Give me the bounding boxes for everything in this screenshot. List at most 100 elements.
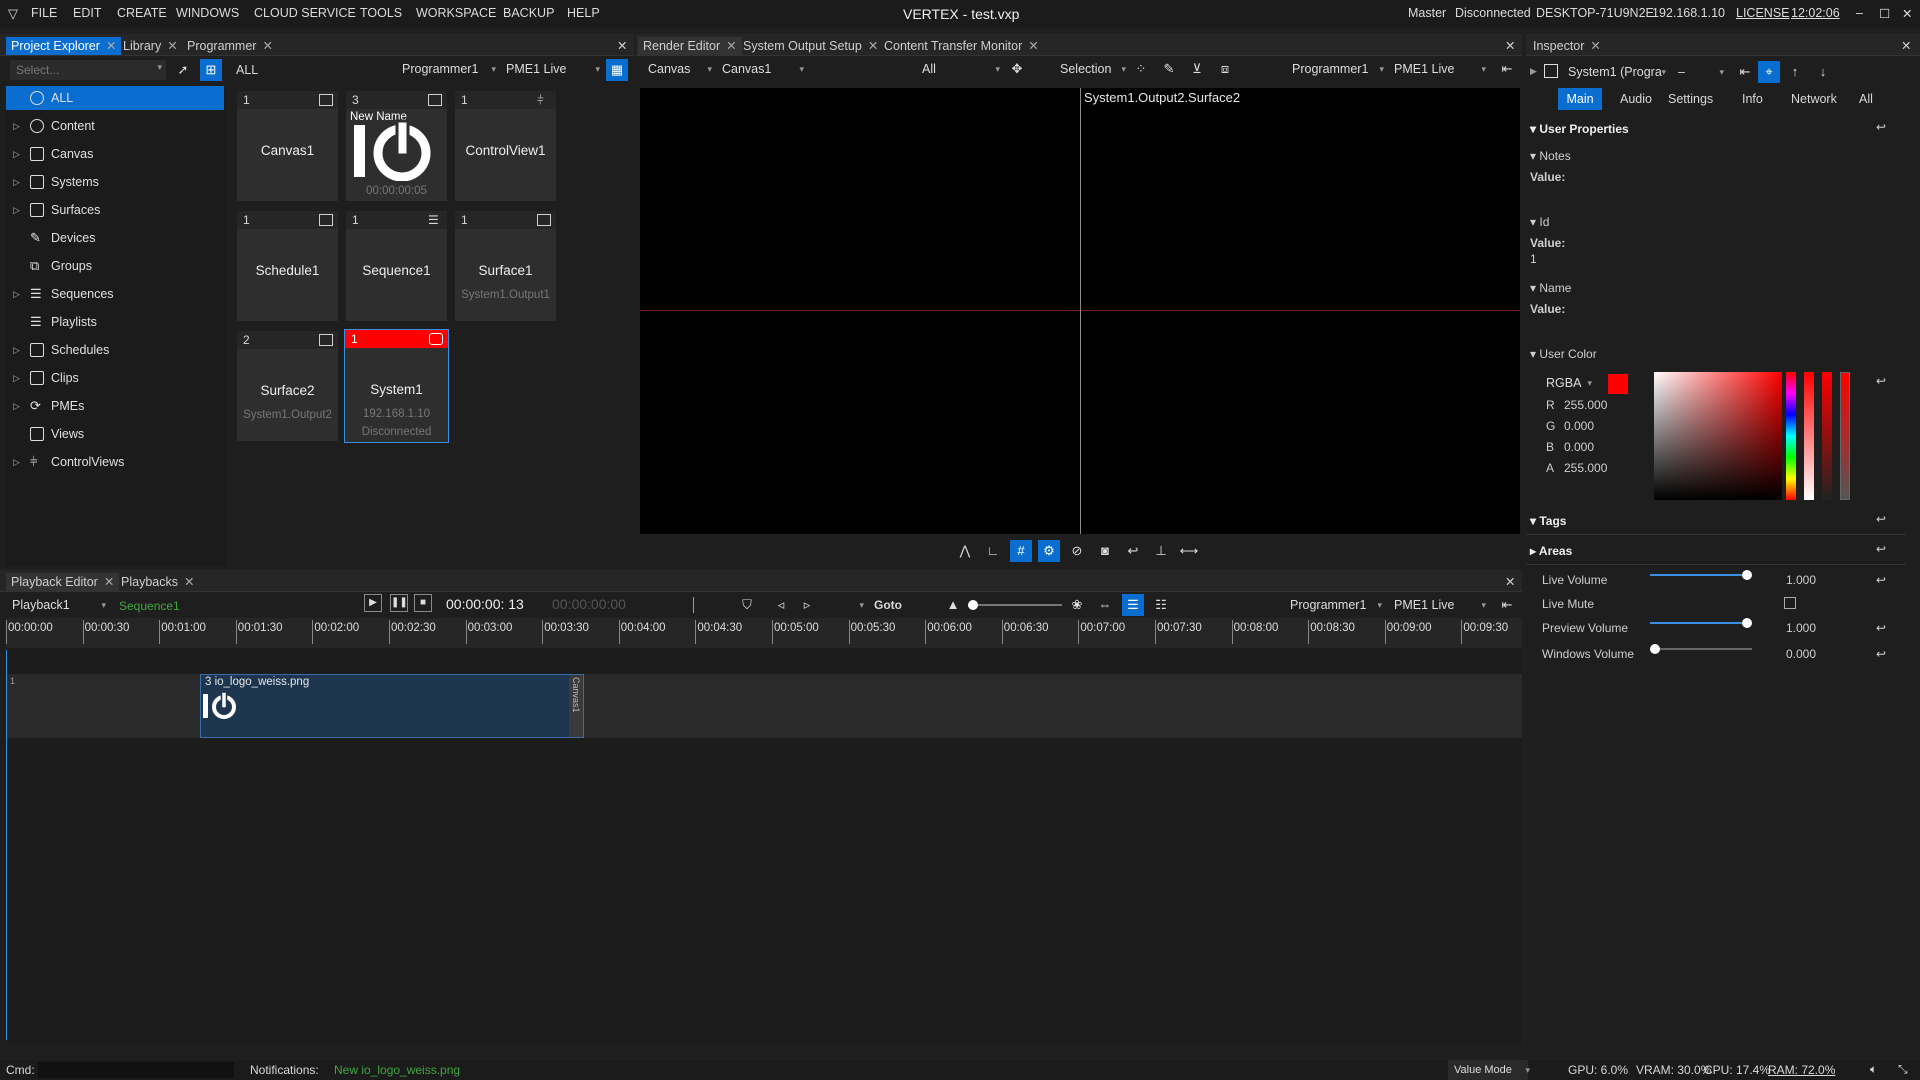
maximize-icon[interactable]: ☐ <box>1879 6 1890 21</box>
subtab-info[interactable]: Info <box>1742 92 1763 106</box>
tree-item-canvas[interactable]: ▷ Canvas <box>6 142 224 166</box>
r-value[interactable]: 255.000 <box>1564 398 1607 412</box>
close-panel-icon[interactable]: ✕ <box>1500 573 1520 591</box>
grid-view-icon[interactable]: ▦ <box>606 59 628 81</box>
live-volume-slider[interactable] <box>1650 570 1752 580</box>
tile-content-logo[interactable]: 3 New Name 00:00:00:05 <box>346 91 447 201</box>
tree-item-controlviews[interactable]: ▷ ⫩ ControlViews <box>6 450 224 474</box>
cmd-input[interactable] <box>38 1062 234 1078</box>
section-user-properties[interactable]: ▾ User Properties <box>1530 122 1629 136</box>
reset-icon[interactable]: ↩ <box>1876 573 1886 587</box>
select-cursor-icon[interactable]: ➚ <box>172 59 194 81</box>
pme-dropdown[interactable]: PME1 Live <box>1394 59 1486 79</box>
expand-icon[interactable]: ▷ <box>13 198 20 222</box>
live-volume-value[interactable]: 1.000 <box>1786 573 1816 587</box>
waveform-icon[interactable]: ⋀ <box>954 540 976 562</box>
tab-content-transfer-monitor[interactable]: Content Transfer Monitor ✕ <box>879 37 1044 55</box>
slider-knob[interactable] <box>1742 570 1752 580</box>
resize-icon[interactable]: ⤡ <box>1898 1062 1908 1077</box>
cue-dropdown[interactable]: ▾ <box>824 595 864 615</box>
pause-icon[interactable]: ❚❚ <box>390 594 408 612</box>
pin-icon[interactable]: ⇤ <box>1496 58 1518 80</box>
render-viewport[interactable]: System1.Output2.Surface2 <box>640 88 1520 534</box>
zoom-fit-icon[interactable]: ❀ <box>1066 594 1088 616</box>
expand-icon[interactable]: ▶ <box>1530 66 1537 77</box>
subtab-settings[interactable]: Settings <box>1668 92 1713 106</box>
reset-icon[interactable]: ↩ <box>1876 374 1886 388</box>
tree-item-clips[interactable]: ▷ Clips <box>6 366 224 390</box>
saturation-slider[interactable] <box>1804 372 1814 500</box>
tile-surface1[interactable]: 1 Surface1 System1.Output1 <box>455 211 556 321</box>
menu-edit[interactable]: EDIT <box>73 6 101 20</box>
arrow-up-icon[interactable]: ↑ <box>1784 61 1806 83</box>
menu-tools[interactable]: TOOLS <box>360 6 402 20</box>
move-icon[interactable]: ✥ <box>1006 58 1028 80</box>
value-mode-dropdown[interactable]: Value Mode <box>1448 1060 1530 1080</box>
shield-icon[interactable]: ⛉ <box>736 594 758 616</box>
tree-item-playlists[interactable]: ☰ Playlists <box>6 310 224 334</box>
hue-slider[interactable] <box>1786 372 1796 500</box>
undo-icon[interactable]: ↩ <box>1122 540 1144 562</box>
color-swatch[interactable] <box>1608 374 1628 394</box>
expand-icon[interactable]: ▷ <box>13 366 20 390</box>
play-icon[interactable]: ▶ <box>364 594 382 612</box>
camera-icon[interactable]: ◙ <box>1094 540 1116 562</box>
locate-icon[interactable]: ⌖ <box>1758 61 1780 83</box>
b-value[interactable]: 0.000 <box>1564 440 1594 454</box>
windows-volume-slider[interactable] <box>1650 644 1752 654</box>
color-picker-area[interactable] <box>1654 372 1782 500</box>
app-logo-icon[interactable]: ▽ <box>8 6 18 22</box>
close-window-icon[interactable]: ✕ <box>1902 6 1912 21</box>
prop-notes[interactable]: ▾ Notes <box>1530 149 1571 163</box>
subtab-main[interactable]: Main <box>1558 88 1602 110</box>
edit-icon[interactable]: ✎ <box>1158 58 1180 80</box>
tab-library[interactable]: Library ✕ <box>118 37 183 55</box>
tree-item-views[interactable]: Views <box>6 422 224 446</box>
close-panel-icon[interactable]: ✕ <box>1500 37 1520 55</box>
pme-dropdown[interactable]: PME1 Live <box>1394 595 1486 615</box>
overlay-icon[interactable]: ⚙ <box>1038 540 1060 562</box>
tree-item-schedules[interactable]: ▷ Schedules <box>6 338 224 362</box>
tile-sequence1[interactable]: 1 ☰ Sequence1 <box>346 211 447 321</box>
transform-icon[interactable]: ⧈ <box>1214 58 1236 80</box>
expand-icon[interactable]: ▷ <box>13 282 20 306</box>
tree-item-sequences[interactable]: ▷ ☰ Sequences <box>6 282 224 306</box>
g-value[interactable]: 0.000 <box>1564 419 1594 433</box>
next-cue-icon[interactable]: ▹ <box>796 594 818 616</box>
section-areas[interactable]: ▸ Areas <box>1530 544 1572 558</box>
subtab-network[interactable]: Network <box>1791 92 1837 106</box>
prop-user-color[interactable]: ▾ User Color <box>1530 347 1597 361</box>
tree-item-devices[interactable]: ✎ Devices <box>6 226 224 250</box>
preview-volume-slider[interactable] <box>1650 618 1752 628</box>
menu-help[interactable]: HELP <box>567 6 600 20</box>
tab-playback-editor[interactable]: Playback Editor ✕ <box>6 573 120 591</box>
snap-icon[interactable]: ⁘ <box>1130 58 1152 80</box>
playback-dropdown[interactable]: Playback1 <box>12 595 106 615</box>
tab-programmer[interactable]: Programmer ✕ <box>182 37 278 55</box>
tab-render-editor[interactable]: Render Editor ✕ <box>638 37 742 55</box>
tile-system1[interactable]: 1 System1 192.168.1.10 Disconnected <box>344 329 449 443</box>
tree-item-content[interactable]: ▷ Content <box>6 114 224 138</box>
reset-icon[interactable]: ↩ <box>1876 512 1886 526</box>
uv-icon[interactable]: ⊻ <box>1186 58 1208 80</box>
render-mode-dropdown[interactable]: Canvas <box>648 59 712 79</box>
alpha-slider[interactable] <box>1840 372 1850 500</box>
tab-playbacks[interactable]: Playbacks ✕ <box>116 573 199 591</box>
menu-backup[interactable]: BACKUP <box>503 6 554 20</box>
fit-height-icon[interactable]: ⊥ <box>1150 540 1172 562</box>
tab-system-output-setup[interactable]: System Output Setup ✕ <box>738 37 883 55</box>
expand-icon[interactable]: ▷ <box>13 338 20 362</box>
goto-button[interactable]: Goto <box>874 598 902 612</box>
variant-dropdown[interactable]: – <box>1678 62 1724 82</box>
angle-icon[interactable]: ∟ <box>982 540 1004 562</box>
tree-item-all[interactable]: ALL <box>6 86 224 110</box>
tile-controlview1[interactable]: 1 ⫩ ControlView1 <box>455 91 556 201</box>
windows-volume-value[interactable]: 0.000 <box>1786 647 1816 661</box>
tile-surface2[interactable]: 2 Surface2 System1.Output2 <box>237 331 338 441</box>
tab-project-explorer[interactable]: Project Explorer ✕ <box>6 37 122 55</box>
tile-schedule1[interactable]: 1 Schedule1 <box>237 211 338 321</box>
speaker-icon[interactable]: 🔈︎ <box>1870 1062 1877 1077</box>
expand-width-icon[interactable]: ⇔ <box>1094 594 1116 616</box>
menu-file[interactable]: FILE <box>31 6 57 20</box>
minimize-icon[interactable]: – <box>1856 6 1863 20</box>
